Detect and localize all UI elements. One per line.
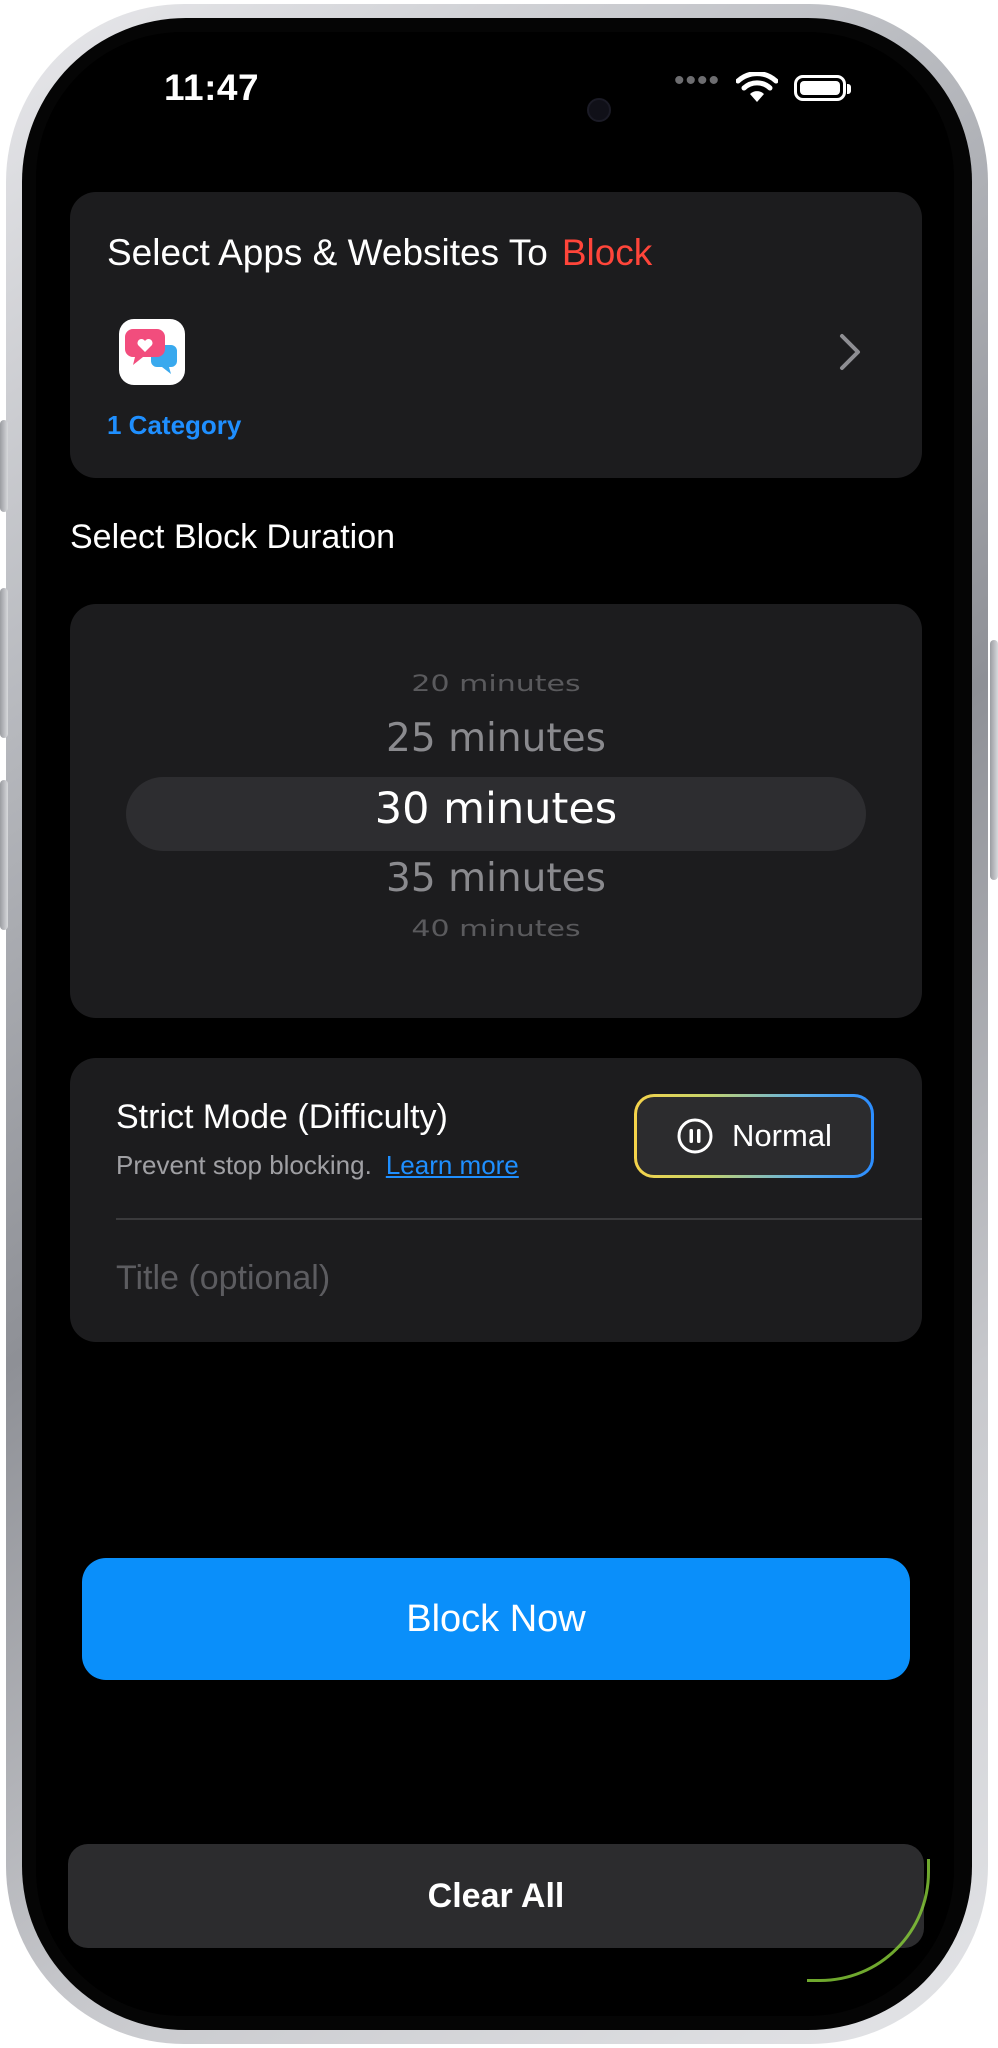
title-input[interactable] [116,1248,856,1308]
volume-down-button [0,780,8,930]
category-count: 1 Category [107,410,242,440]
screen: 11:47 •••• Select Apps & Websites To Bloc… [36,32,954,2016]
picker-option[interactable]: 20 minutes [70,671,922,698]
block-accent-word: Block [561,232,653,273]
chat-heart-icon [119,319,185,385]
select-apps-title-text: Select Apps & Websites To [107,232,548,273]
clear-all-button[interactable]: Clear All [68,1844,924,1948]
picker-option[interactable]: 40 minutes [70,916,922,943]
block-duration-label: Select Block Duration [70,518,396,556]
divider [116,1218,922,1220]
picker-option[interactable]: 35 minutes [70,856,922,901]
duration-picker[interactable]: 20 minutes 25 minutes 30 minutes 35 minu… [70,604,922,1018]
select-apps-title: Select Apps & Websites To Block [107,232,652,274]
front-camera [587,98,611,122]
select-apps-card[interactable]: Select Apps & Websites To Block 1 Categor… [70,192,922,478]
picker-option-selected[interactable]: 30 minutes [70,784,922,834]
chevron-right-icon [840,334,860,370]
picker-option[interactable]: 25 minutes [70,716,922,761]
learn-more-link[interactable]: Learn more [386,1150,519,1180]
signal-icon: •••• [673,64,720,97]
strict-mode-title: Strict Mode (Difficulty) [116,1098,448,1136]
strict-mode-description: Prevent stop blocking. [116,1150,372,1180]
difficulty-mode-button[interactable]: Normal [634,1094,874,1178]
action-button [0,420,8,512]
strict-mode-card: Strict Mode (Difficulty) Prevent stop bl… [70,1058,922,1342]
status-indicators: •••• [674,64,851,104]
pause-circle-icon [677,1118,713,1154]
difficulty-mode-inner: Normal [637,1097,871,1175]
battery-full-icon [794,75,851,101]
screen-edge-glow [807,1859,930,1982]
strict-mode-subtitle: Prevent stop blocking. Learn more [116,1150,519,1181]
volume-up-button [0,588,8,738]
block-now-button[interactable]: Block Now [82,1558,910,1680]
power-button [990,640,998,880]
wifi-icon [736,72,778,102]
status-time: 11:47 [164,67,260,108]
difficulty-mode-label: Normal [732,1118,832,1153]
